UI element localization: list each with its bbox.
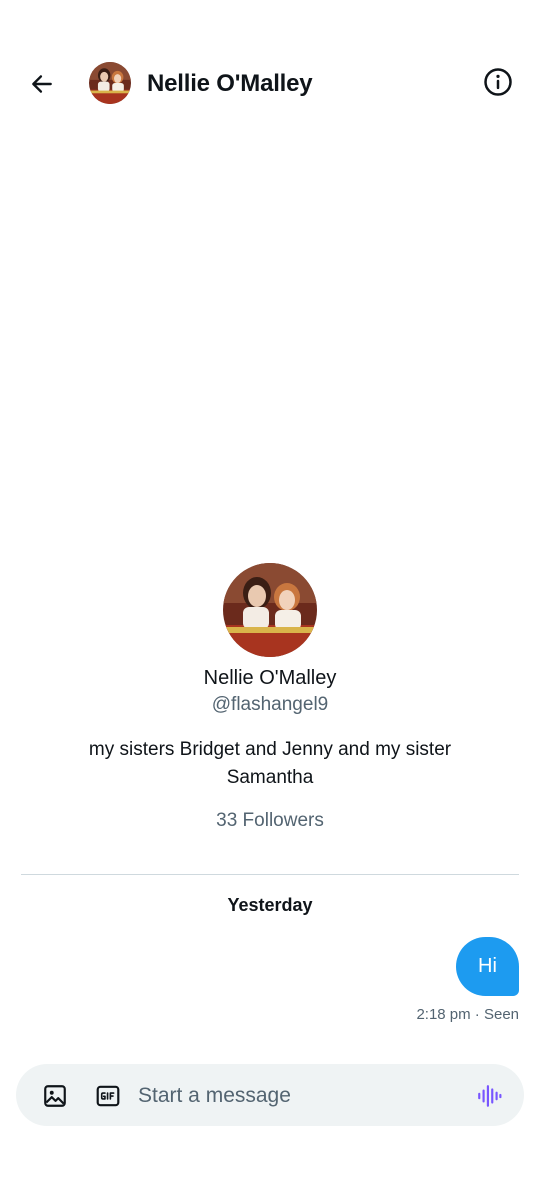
header-avatar[interactable] [89, 62, 131, 104]
avatar-photo [223, 563, 317, 657]
day-label: Yesterday [227, 895, 313, 915]
divider [21, 874, 519, 875]
info-circle-icon [484, 68, 512, 96]
message-status: 2:18 pm · Seen [416, 1006, 519, 1023]
conversation-header: Nellie O'Malley [0, 0, 540, 168]
profile-bio: my sisters Bridget and Jenny and my sist… [88, 739, 452, 788]
message-text: Hi [478, 955, 497, 977]
profile-name: Nellie O'Malley [203, 667, 337, 689]
arrow-left-icon [32, 75, 52, 93]
gif-icon [96, 1085, 120, 1107]
profile-handle: @flashangel9 [211, 694, 329, 715]
voice-message-button[interactable] [474, 1081, 504, 1111]
message-composer [16, 1064, 524, 1126]
followers-count[interactable]: 33 Followers [0, 810, 540, 832]
profile-card[interactable]: Nellie O'Malley @flashangel9 my sisters … [0, 563, 540, 832]
message-bubble[interactable]: Hi [456, 937, 519, 996]
add-gif-button[interactable] [94, 1082, 122, 1110]
image-icon [44, 1085, 66, 1107]
voice-waveform-icon [478, 1085, 502, 1107]
profile-avatar[interactable] [223, 563, 317, 657]
info-button[interactable] [480, 64, 516, 100]
back-button[interactable] [24, 66, 60, 102]
avatar-photo [89, 62, 131, 104]
add-image-button[interactable] [40, 1081, 70, 1111]
header-name: Nellie O'Malley [147, 70, 313, 97]
message-input[interactable] [138, 1079, 458, 1113]
